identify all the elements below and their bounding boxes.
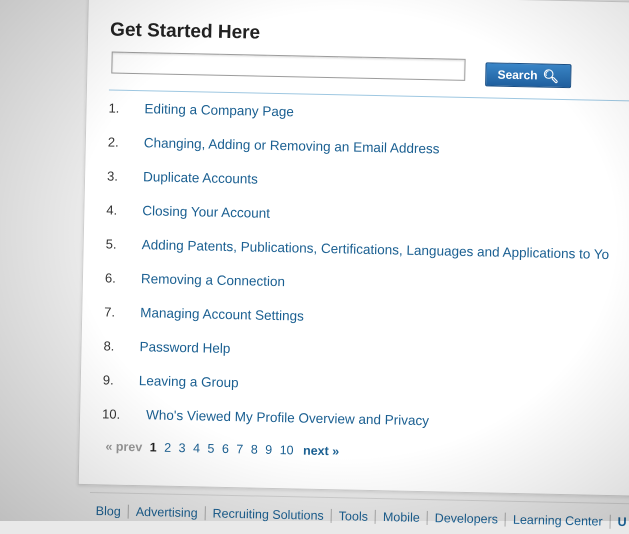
item-number: 5. <box>105 235 117 252</box>
topic-link[interactable]: Password Help <box>139 339 230 356</box>
list-item: 10. Who's Viewed My Profile Overview and… <box>102 403 429 430</box>
topic-link[interactable]: Adding Patents, Publications, Certificat… <box>142 237 610 262</box>
item-number: 8. <box>103 337 115 354</box>
search-input[interactable] <box>111 51 466 81</box>
list-item: 8. Password Help <box>103 335 230 358</box>
footer-link-blog[interactable]: Blog <box>95 503 129 519</box>
topic-link[interactable]: Changing, Adding or Removing an Email Ad… <box>144 135 440 156</box>
footer-link-developers[interactable]: Developers <box>427 510 507 527</box>
page-link[interactable]: 6 <box>222 442 229 456</box>
prev-page-link[interactable]: « prev <box>105 439 142 454</box>
item-number: 3. <box>106 167 119 184</box>
topic-link[interactable]: Leaving a Group <box>139 373 239 390</box>
item-number: 10. <box>101 405 121 422</box>
page-title: Get Started Here <box>109 19 261 44</box>
list-item: 1. Editing a Company Page <box>108 97 294 121</box>
footer-link-truncated[interactable]: U <box>610 515 626 529</box>
topic-link[interactable]: Removing a Connection <box>141 271 285 289</box>
page-link[interactable]: 7 <box>236 442 243 456</box>
next-page-link[interactable]: next » <box>303 444 339 459</box>
list-item: 3. Duplicate Accounts <box>107 165 258 188</box>
topic-link[interactable]: Closing Your Account <box>142 203 270 221</box>
current-page: 1 <box>149 440 157 455</box>
topic-link[interactable]: Managing Account Settings <box>140 305 304 323</box>
list-item: 6. Removing a Connection <box>105 267 285 291</box>
footer-link-mobile[interactable]: Mobile <box>375 509 428 525</box>
list-item: 7. Managing Account Settings <box>104 301 304 325</box>
page-link[interactable]: 10 <box>280 443 294 457</box>
pagination: « prev 1 2 3 4 5 6 7 8 9 10 next » <box>105 439 339 458</box>
footer-nav: Blog Advertising Recruiting Solutions To… <box>95 500 629 534</box>
search-icon: 🔍︎ <box>542 68 560 84</box>
list-item: 4. Closing Your Account <box>106 199 270 222</box>
item-number: 4. <box>106 201 118 218</box>
search-button-label: Search <box>497 67 538 83</box>
help-panel: Get Started Here Search 🔍︎ 1. Editing a … <box>77 0 629 497</box>
list-item: 5. Adding Patents, Publications, Certifi… <box>105 233 610 264</box>
list-item: 2. Changing, Adding or Removing an Email… <box>108 131 440 158</box>
footer-link-tools[interactable]: Tools <box>331 508 377 524</box>
item-number: 9. <box>102 371 114 388</box>
page-link[interactable]: 5 <box>207 442 214 456</box>
page-link[interactable]: 9 <box>265 443 272 457</box>
item-number: 7. <box>104 303 116 320</box>
help-topics-list: 1. Editing a Company Page 2. Changing, A… <box>89 0 629 428</box>
page-link[interactable]: 2 <box>164 441 171 455</box>
page-link[interactable]: 8 <box>251 443 258 457</box>
item-number: 6. <box>104 269 116 286</box>
topic-link[interactable]: Editing a Company Page <box>144 101 294 119</box>
list-item: 9. Leaving a Group <box>103 369 239 392</box>
page-link[interactable]: 3 <box>178 441 185 455</box>
footer-link-advertising[interactable]: Advertising <box>128 504 206 521</box>
page-link[interactable]: 4 <box>193 441 200 455</box>
topic-link[interactable]: Duplicate Accounts <box>143 169 258 186</box>
item-number: 2. <box>107 133 119 150</box>
topic-link[interactable]: Who's Viewed My Profile Overview and Pri… <box>146 407 429 428</box>
search-button[interactable]: Search 🔍︎ <box>485 62 572 89</box>
item-number: 1. <box>108 99 120 116</box>
footer-link-recruiting-solutions[interactable]: Recruiting Solutions <box>205 506 332 523</box>
